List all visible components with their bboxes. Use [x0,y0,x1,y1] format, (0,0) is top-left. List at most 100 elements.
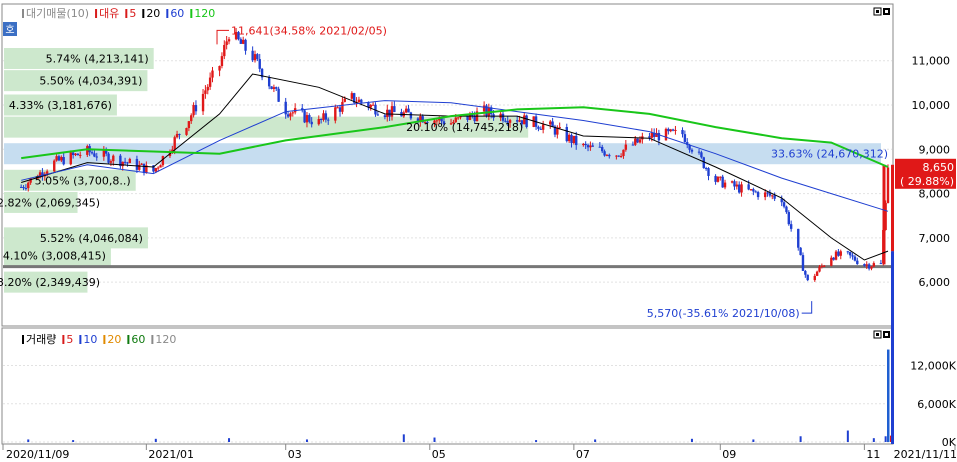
candle-body [159,165,162,168]
volume-panel-close-icon[interactable] [883,331,890,338]
price-panel-close-icon[interactable] [883,8,890,15]
volume-bar [887,349,890,442]
legend-swatch [103,335,106,344]
candle-body [324,113,328,120]
candle-body [570,134,573,144]
volume-panel-max-icon[interactable] [873,330,882,339]
candle-body [258,59,261,69]
candle-body [466,116,469,120]
candle-body [624,144,628,150]
candle-body [241,39,245,44]
candle-body [93,153,96,157]
candle-body [55,156,58,161]
candle-body [272,87,276,89]
candle-body [22,187,25,189]
candle-body [598,146,602,148]
candle-body [456,117,460,119]
candle-body [185,128,188,135]
candle-body [194,105,198,112]
candle-body [539,128,542,130]
candle-body [523,115,526,125]
legend-label: 10 [83,333,97,346]
candle-body [804,270,807,275]
candle-body [648,136,651,138]
volume-bar [872,438,875,442]
candle-body [849,251,852,256]
candle-body [19,186,23,188]
candle-body [768,193,772,196]
candle-body [674,129,677,131]
candle-body [575,135,578,146]
candle-body [220,56,224,67]
volume-bar [228,438,231,442]
candle-body [62,157,65,165]
candle-body [187,121,191,129]
current-price-change: ( 29.88%) [900,175,954,188]
volume-current-bar [891,326,894,444]
candle-body [135,158,139,170]
legend-swatch [190,9,193,18]
candle-body [190,115,193,122]
candle-body [53,160,56,172]
candle-body [57,156,61,161]
candle-body [223,44,226,57]
candle-body [178,133,181,135]
candle-body [839,251,842,256]
candle-body [551,121,554,127]
candle-body [393,106,396,112]
volume-bar [690,438,693,442]
candle-body [409,112,413,119]
legend-swatch [22,9,24,18]
price-panel-max-icon[interactable] [873,7,882,16]
volume-bar [402,434,405,442]
volume-bar [27,439,30,442]
candle-body [749,189,753,191]
candle-body [289,113,292,117]
candle-body [305,115,309,123]
candle-body [386,109,389,118]
candle-body [128,158,132,164]
volume-tick-label: 6,000K [917,398,956,411]
legend-swatch [151,335,154,344]
candle-body [556,128,559,135]
candle-body [714,175,717,182]
date-tick-label: 05 [432,448,446,461]
candle-body [253,54,257,61]
candle-body [837,251,840,256]
candle-body [752,189,755,192]
price-tick-label: 8,000 [919,188,951,201]
candle-body [308,115,311,122]
candle-body [818,266,821,272]
candle-body [126,162,129,164]
candle-body [192,105,195,116]
candle-body [369,105,372,108]
candle-body [69,152,72,165]
candle-body [733,181,736,187]
volume-profile-label: 5.74% (4,213,141) [46,53,149,66]
candle-body [310,121,313,125]
candle-body [846,251,850,253]
candle-body [277,88,280,102]
candle-body [735,184,739,187]
volume-bar [799,436,802,442]
candle-body [123,161,127,163]
candle-body [856,260,859,265]
legend-swatch [62,335,65,344]
candle-body [820,265,824,267]
high-annotation: 11,641(34.58% 2021/02/05) [231,24,387,37]
candle-body [549,121,552,125]
legend-label: 20 [146,7,160,20]
candle-body [357,99,361,103]
candle-body [404,108,408,113]
candle-body [782,202,786,207]
current-price-value: 8,650 [923,161,955,174]
candle-body [204,90,207,94]
candle-body [482,105,486,112]
candle-body [879,263,883,265]
candle-body [863,264,866,266]
candle-body [327,119,330,121]
candle-body [730,181,734,183]
candle-body [251,50,254,61]
candle-body [681,129,684,135]
candle-body [851,255,854,257]
